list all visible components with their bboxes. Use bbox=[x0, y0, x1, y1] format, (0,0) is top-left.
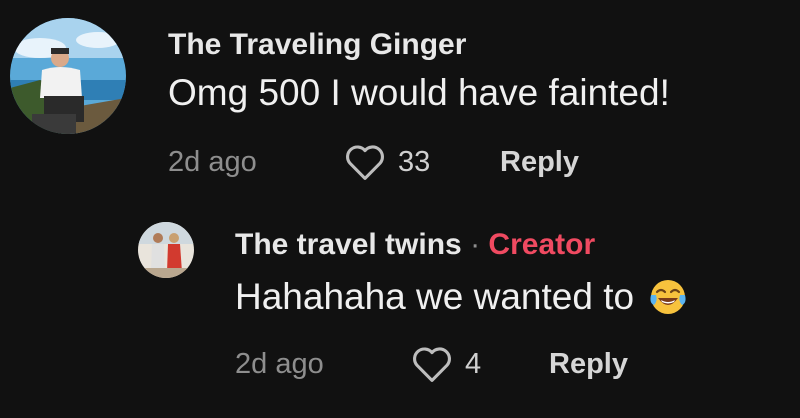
avatar[interactable] bbox=[138, 222, 194, 278]
comment-meta: 2d ago 33 Reply bbox=[168, 142, 579, 182]
reply-button[interactable]: Reply bbox=[549, 348, 628, 381]
comment-author-line: The travel twins · Creator bbox=[235, 228, 595, 262]
avatar-image bbox=[138, 222, 194, 278]
face-with-tears-of-joy-icon bbox=[648, 277, 688, 317]
comment-author[interactable]: The travel twins bbox=[235, 228, 462, 261]
like-count: 33 bbox=[398, 145, 431, 178]
like-button[interactable]: 4 bbox=[411, 345, 549, 383]
comment-text: Omg 500 I would have fainted! bbox=[168, 72, 670, 113]
comment-timestamp: 2d ago bbox=[235, 347, 324, 380]
comment-text: Hahahaha we wanted to bbox=[235, 276, 635, 317]
heart-outline-icon bbox=[413, 347, 451, 382]
comment-text-row: Hahahaha we wanted to bbox=[235, 276, 688, 318]
reply-button[interactable]: Reply bbox=[500, 146, 579, 179]
comment-meta: 2d ago 4 Reply bbox=[235, 344, 628, 384]
comment-author[interactable]: The Traveling Ginger bbox=[168, 28, 466, 62]
avatar[interactable] bbox=[10, 18, 126, 134]
avatar-image bbox=[10, 18, 126, 134]
heart-outline-icon bbox=[346, 145, 384, 180]
like-button[interactable]: 33 bbox=[344, 143, 500, 181]
like-count: 4 bbox=[465, 347, 482, 380]
creator-badge: Creator bbox=[488, 228, 596, 261]
separator: · bbox=[470, 228, 481, 261]
comment-timestamp: 2d ago bbox=[168, 145, 257, 178]
